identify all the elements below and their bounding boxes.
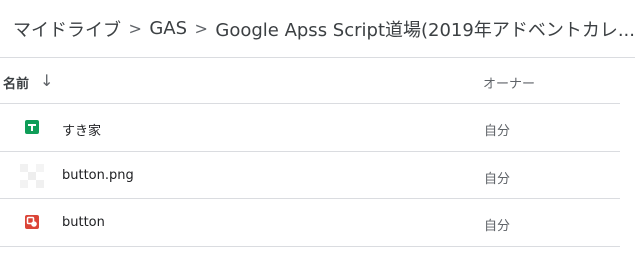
table-row[interactable]: button 自分: [0, 198, 620, 246]
google-drawings-icon: [25, 215, 39, 229]
divider: [0, 246, 620, 247]
breadcrumb-gas-folder[interactable]: GAS: [149, 18, 187, 39]
breadcrumb-my-drive[interactable]: マイドライブ: [13, 16, 121, 42]
file-name: button.png: [62, 168, 134, 183]
file-owner: 自分: [484, 219, 511, 234]
table-row[interactable]: すき家 自分: [0, 103, 620, 151]
file-owner: 自分: [484, 172, 511, 187]
breadcrumb-current-folder[interactable]: Google Apss Script道場(2019年アドベントカレ...: [215, 16, 635, 42]
file-name: button: [62, 215, 105, 230]
table-row[interactable]: button.png 自分: [0, 151, 620, 199]
sort-arrow-down-icon[interactable]: ↓: [40, 71, 53, 90]
table-header: 名前 ↓ オーナー: [0, 58, 620, 103]
chevron-right-icon: >: [128, 19, 142, 38]
file-name: すき家: [62, 124, 102, 139]
image-thumbnail-icon: [20, 164, 44, 188]
file-owner: 自分: [484, 124, 511, 139]
google-sheets-icon: [25, 120, 39, 134]
owner-column-header[interactable]: オーナー: [483, 73, 535, 92]
chevron-right-icon: >: [194, 19, 208, 38]
breadcrumb: マイドライブ > GAS > Google Apss Script道場(2019…: [0, 0, 635, 57]
name-column-header[interactable]: 名前: [3, 73, 29, 92]
